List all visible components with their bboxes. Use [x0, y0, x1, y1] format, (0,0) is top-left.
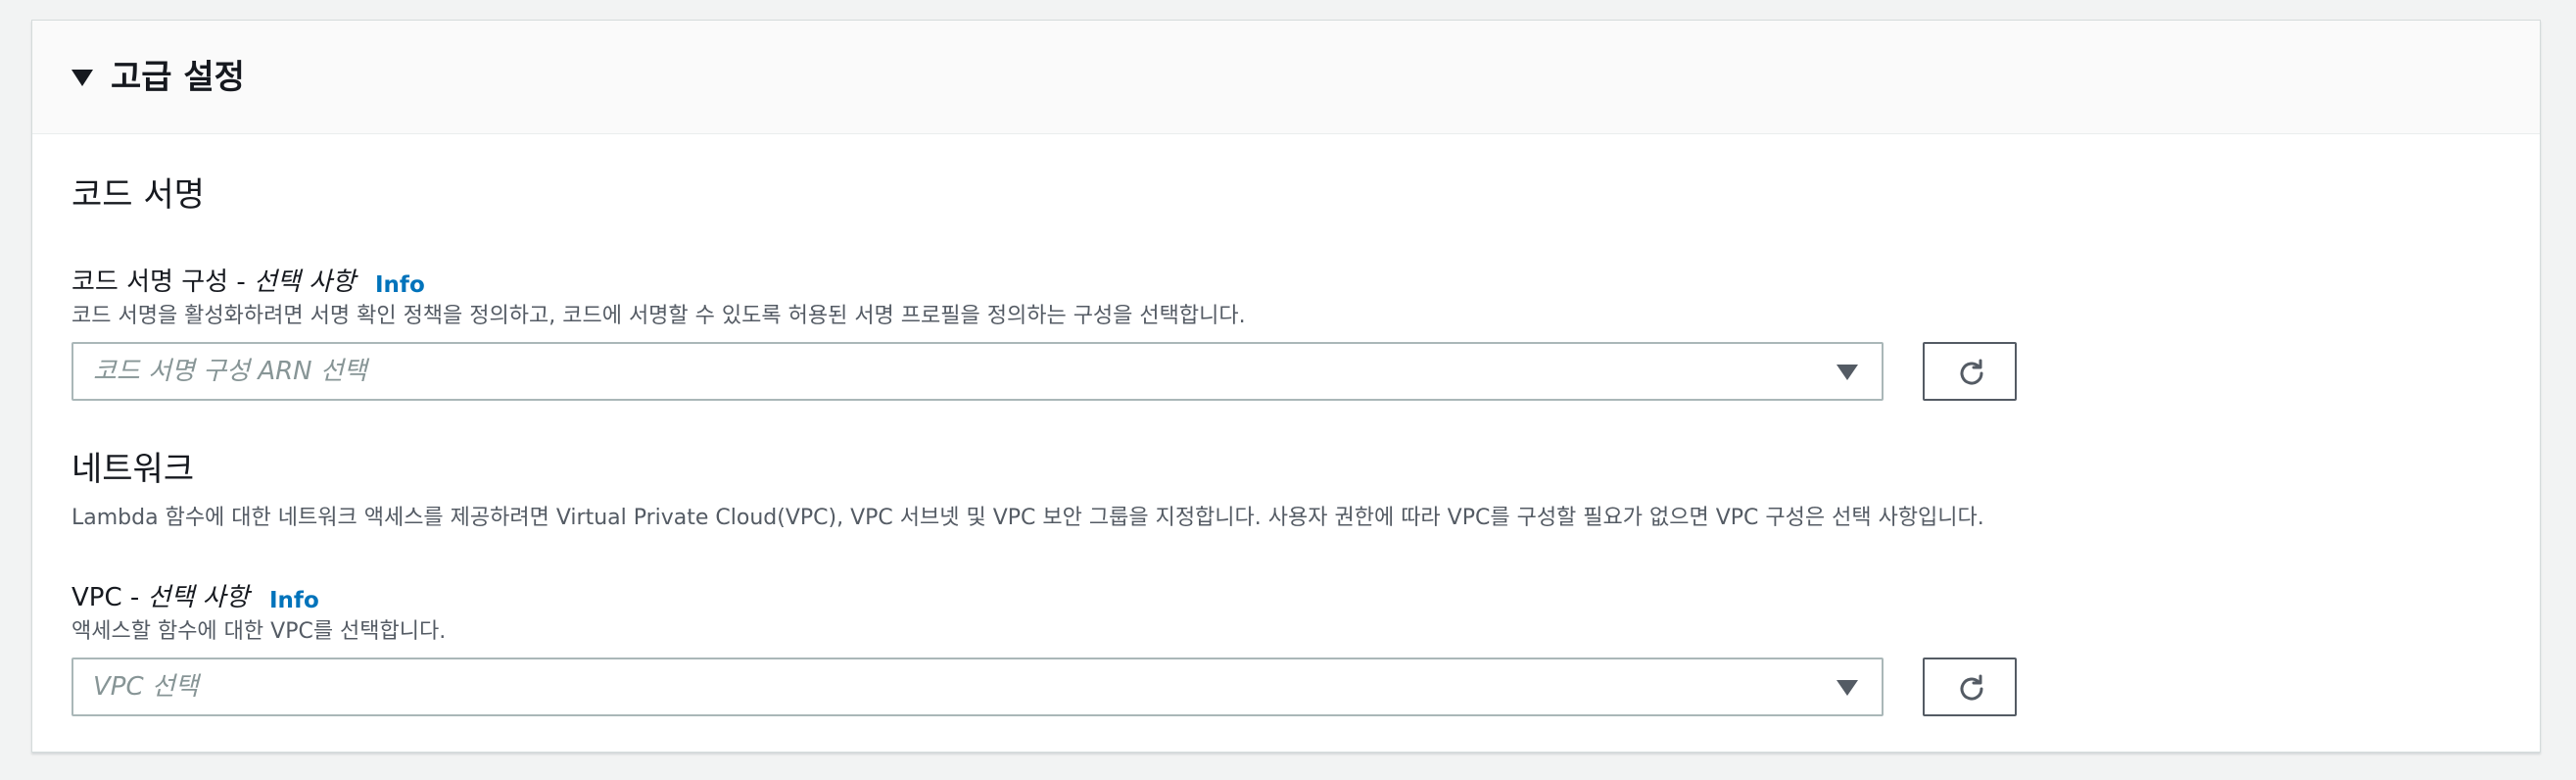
refresh-icon — [1960, 674, 1983, 701]
code-signing-info-link[interactable]: Info — [375, 268, 425, 302]
caret-down-icon[interactable] — [72, 70, 93, 86]
vpc-refresh-button[interactable] — [1923, 658, 2017, 716]
code-signing-description: 코드 서명을 활성화하려면 서명 확인 정책을 정의하고, 코드에 서명할 수 … — [72, 304, 1246, 328]
chevron-down-icon — [1837, 365, 1858, 380]
vpc-label-optional: 선택 사항 — [147, 583, 250, 612]
advanced-settings-panel: 고급 설정 코드 서명 코드 서명 구성 - 선택 사항 Info 코드 서명을… — [31, 20, 2541, 753]
code-signing-refresh-button[interactable] — [1923, 342, 2017, 401]
network-description: Lambda 함수에 대한 네트워크 액세스를 제공하려면 Virtual Pr… — [72, 506, 1984, 530]
panel-title[interactable]: 고급 설정 — [111, 56, 245, 99]
vpc-info-link[interactable]: Info — [269, 584, 319, 617]
code-signing-config-select[interactable]: 코드 서명 구성 ARN 선택 — [72, 342, 1884, 401]
vpc-label-main: VPC - — [72, 583, 148, 612]
chevron-down-icon — [1837, 680, 1858, 696]
refresh-icon — [1960, 359, 1983, 385]
vpc-description: 액세스할 함수에 대한 VPC를 선택합니다. — [72, 619, 447, 644]
code-signing-section-title: 코드 서명 — [72, 175, 205, 215]
code-signing-config-label-main: 코드 서명 구성 - — [72, 268, 254, 297]
network-section-title: 네트워크 — [72, 450, 195, 489]
code-signing-config-placeholder: 코드 서명 구성 ARN 선택 — [93, 357, 367, 386]
vpc-placeholder: VPC 선택 — [93, 672, 199, 702]
vpc-select[interactable]: VPC 선택 — [72, 658, 1884, 716]
advanced-settings-header[interactable]: 고급 설정 — [32, 21, 2540, 134]
vpc-label: VPC - 선택 사항 — [72, 581, 249, 614]
code-signing-config-label: 코드 서명 구성 - 선택 사항 — [72, 266, 356, 299]
code-signing-config-label-optional: 선택 사항 — [253, 268, 356, 297]
